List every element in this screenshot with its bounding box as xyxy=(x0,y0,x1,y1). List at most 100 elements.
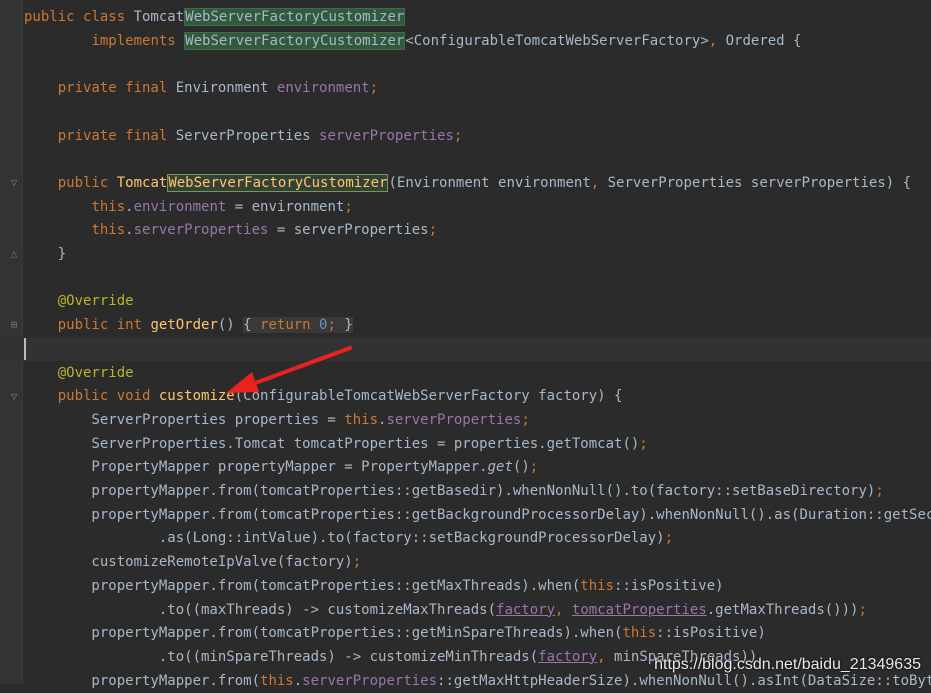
code-token: customize xyxy=(158,388,235,405)
code-token: { xyxy=(243,317,261,334)
code-line[interactable]: @Override xyxy=(0,290,931,314)
code-line[interactable]: this.serverProperties = serverProperties… xyxy=(0,219,931,243)
code-line[interactable]: customizeRemoteIpValve(factory); xyxy=(0,551,931,575)
code-token: } xyxy=(344,317,353,334)
code-line[interactable]: implements WebServerFactoryCustomizer<Co… xyxy=(0,30,931,54)
code-token: } xyxy=(24,246,67,262)
code-token: ; xyxy=(858,601,867,618)
code-line[interactable]: public void customize(ConfigurableTomcat… xyxy=(0,385,931,409)
code-token: serverProperties xyxy=(133,222,269,239)
code-token: get xyxy=(487,459,513,476)
code-token: customizeRemoteIpValve(factory) xyxy=(24,554,353,571)
code-token: @Override xyxy=(57,364,134,381)
code-token: ::getMaxHttpHeaderSize).whenNonNull().as… xyxy=(437,672,931,689)
code-token: getOrder xyxy=(150,317,218,334)
code-token: ; xyxy=(664,530,674,547)
code-token: implements xyxy=(91,32,185,49)
code-token: () xyxy=(217,317,244,334)
code-token: ; xyxy=(875,483,884,499)
code-token: ; xyxy=(352,554,362,571)
fold-close-icon[interactable]: △ xyxy=(9,248,19,259)
code-token: ; xyxy=(529,459,539,476)
code-token: ; xyxy=(639,435,648,452)
code-line[interactable]: public TomcatWebServerFactoryCustomizer(… xyxy=(0,172,931,196)
code-token: private final xyxy=(57,127,176,144)
code-line[interactable]: } xyxy=(0,243,931,267)
code-token: . xyxy=(125,198,134,215)
code-line[interactable]: private final Environment environment; xyxy=(0,77,931,101)
code-line[interactable]: private final ServerProperties serverPro… xyxy=(0,125,931,149)
code-token: , xyxy=(555,601,572,618)
code-line[interactable] xyxy=(0,148,931,172)
code-line[interactable]: ServerProperties.Tomcat tomcatProperties… xyxy=(0,433,931,457)
code-token: factory xyxy=(538,648,598,665)
code-token: ; xyxy=(428,222,438,239)
code-token: ServerProperties xyxy=(175,127,320,144)
fold-collapsed-icon[interactable]: ⊞ xyxy=(9,319,19,330)
code-token: this xyxy=(622,625,657,642)
fold-open-icon[interactable]: ▽ xyxy=(9,391,19,402)
code-token: <ConfigurableTomcatWebServerFactory> xyxy=(405,32,709,49)
code-line[interactable]: propertyMapper.from(tomcatProperties::ge… xyxy=(0,480,931,504)
code-token: , xyxy=(590,174,608,191)
code-line[interactable]: .as(Long::intValue).to(factory::setBackg… xyxy=(0,527,931,551)
code-token: @Override xyxy=(57,293,134,310)
code-line[interactable] xyxy=(0,53,931,77)
code-token: PropertyMapper propertyMapper = Property… xyxy=(24,459,488,476)
code-token: = environment xyxy=(226,198,345,215)
watermark-text: https://blog.csdn.net/baidu_21349635 xyxy=(654,656,921,673)
code-token: . xyxy=(293,672,303,689)
code-token: propertyMapper.from(tomcatProperties::ge… xyxy=(24,483,876,499)
code-token: Ordered { xyxy=(725,32,802,49)
code-token: WebServerFactoryCustomizer xyxy=(167,173,389,192)
code-token: public class xyxy=(24,9,134,25)
code-token: serverProperties xyxy=(319,127,454,144)
code-token: tomcatProperties xyxy=(571,601,707,618)
code-line[interactable] xyxy=(0,267,931,291)
code-line[interactable]: ServerProperties properties = this.serve… xyxy=(0,409,931,433)
code-token: .as(Long::intValue).to(factory::setBackg… xyxy=(24,530,665,547)
code-token: WebServerFactoryCustomizer xyxy=(184,31,406,50)
code-line[interactable]: propertyMapper.from(tomcatProperties::ge… xyxy=(0,504,931,528)
code-token: .getMaxThreads())) xyxy=(706,601,859,618)
fold-open-icon[interactable]: ▽ xyxy=(9,177,19,188)
code-editor[interactable]: public class TomcatWebServerFactoryCusto… xyxy=(0,0,931,689)
code-line[interactable]: public int getOrder() { return 0; } xyxy=(0,314,931,338)
code-token: ::isPositive) xyxy=(614,577,724,594)
code-token: () xyxy=(512,459,530,476)
code-token: propertyMapper.from( xyxy=(24,672,261,689)
code-line[interactable] xyxy=(0,337,931,362)
code-line[interactable] xyxy=(0,101,931,125)
code-token: = serverProperties xyxy=(268,222,429,239)
code-token: ; xyxy=(344,198,353,215)
code-token: public xyxy=(57,174,117,191)
code-token: ; xyxy=(369,80,379,97)
code-token: factory xyxy=(496,601,556,618)
code-token: this xyxy=(91,222,126,239)
code-line[interactable]: @Override xyxy=(0,362,931,386)
code-line[interactable]: this.environment = environment; xyxy=(0,196,931,220)
code-line[interactable]: propertyMapper.from(tomcatProperties::ge… xyxy=(0,622,931,646)
code-token: .to((maxThreads) -> customizeMaxThreads( xyxy=(24,601,497,618)
text-caret xyxy=(24,338,26,360)
code-token: propertyMapper.from(tomcatProperties::ge… xyxy=(24,577,581,594)
code-token: , xyxy=(597,648,615,665)
code-line[interactable]: public class TomcatWebServerFactoryCusto… xyxy=(0,6,931,30)
code-token: ServerProperties.Tomcat tomcatProperties… xyxy=(24,435,640,452)
code-line[interactable]: .to((maxThreads) -> customizeMaxThreads(… xyxy=(0,599,931,623)
code-token: (ConfigurableTomcatWebServerFactory fact… xyxy=(234,388,623,405)
code-line[interactable]: propertyMapper.from(tomcatProperties::ge… xyxy=(0,575,931,599)
code-token: ; xyxy=(327,317,345,334)
code-token: ; xyxy=(453,127,463,144)
code-token: . xyxy=(125,222,134,239)
code-token: , xyxy=(708,32,726,49)
code-line[interactable]: PropertyMapper propertyMapper = Property… xyxy=(0,456,931,480)
